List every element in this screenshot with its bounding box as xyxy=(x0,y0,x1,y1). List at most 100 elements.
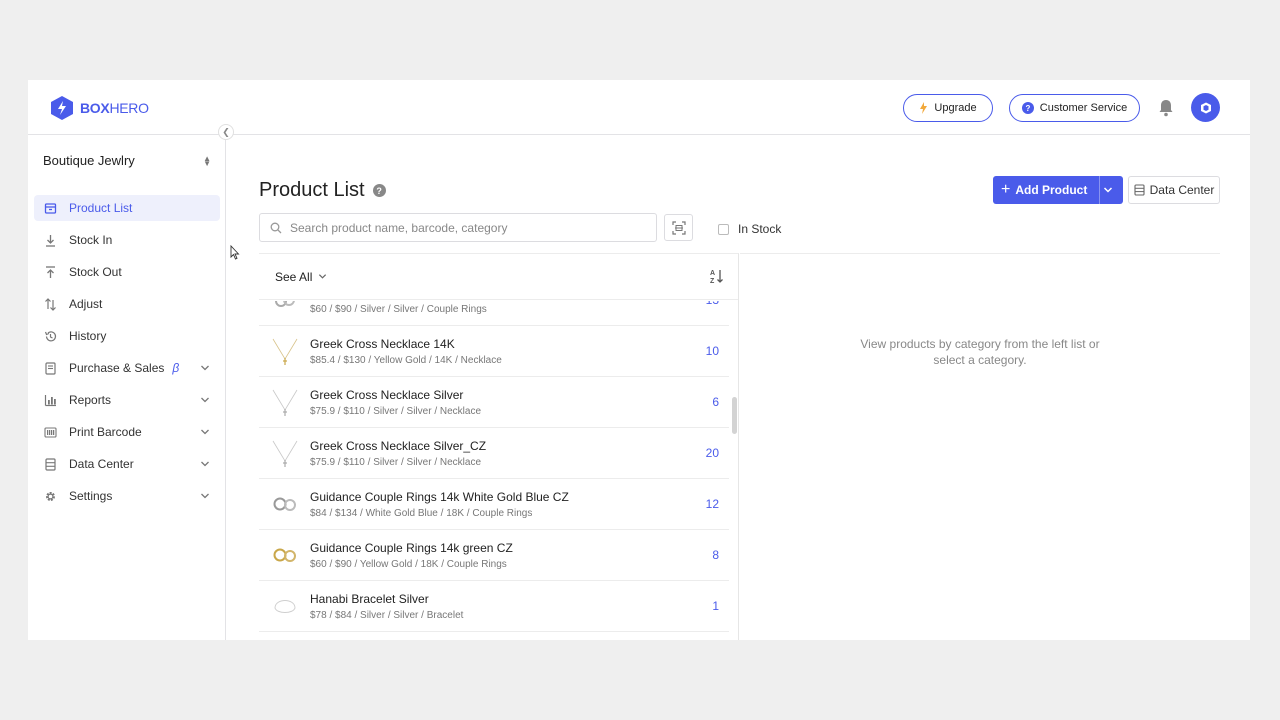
chevron-left-icon: ❮ xyxy=(222,126,230,137)
product-thumbnail xyxy=(272,440,298,467)
product-quantity: 13 xyxy=(706,301,719,307)
svg-text:?: ? xyxy=(1025,104,1030,113)
product-quantity: 8 xyxy=(712,548,719,562)
product-meta: $75.9 / $110 / Silver / Silver / Necklac… xyxy=(310,406,482,417)
sidebar-item-purchase-sales[interactable]: Purchase & Sales β xyxy=(34,355,220,381)
upgrade-label: Upgrade xyxy=(934,102,977,114)
product-meta: $60 / $90 / Silver / Silver / Couple Rin… xyxy=(310,304,487,315)
table-row[interactable]: $60 / $90 / Silver / Silver / Couple Rin… xyxy=(259,301,729,326)
svg-text:Z: Z xyxy=(710,278,715,284)
empty-state-line: select a category. xyxy=(933,353,1027,367)
sidebar-item-adjust[interactable]: Adjust xyxy=(34,291,220,317)
product-meta: $78 / $84 / Silver / Silver / Bracelet xyxy=(310,610,464,621)
category-filter-label: See All xyxy=(275,269,313,284)
sidebar-item-history[interactable]: History xyxy=(34,323,220,349)
in-stock-label: In Stock xyxy=(738,222,782,236)
product-thumbnail xyxy=(272,389,298,416)
history-icon xyxy=(44,330,57,343)
sidebar: Boutique Jewlry ▲ ▼ Product List Stock In… xyxy=(28,136,226,640)
product-meta: $60 / $90 / Yellow Gold / 18K / Couple R… xyxy=(310,559,507,570)
list-scrollbar[interactable] xyxy=(732,397,737,434)
customer-service-button[interactable]: ? Customer Service xyxy=(1009,94,1140,122)
store-selector[interactable]: Boutique Jewlry ▲ ▼ xyxy=(43,153,211,168)
sidebar-item-reports[interactable]: Reports xyxy=(34,387,220,413)
store-name: Boutique Jewlry xyxy=(43,153,135,168)
product-quantity: 20 xyxy=(705,446,719,460)
up-down-arrows-icon: ▲ ▼ xyxy=(203,153,211,168)
sidebar-item-stock-in[interactable]: Stock In xyxy=(34,227,220,253)
category-filter-dropdown[interactable]: See All xyxy=(275,270,327,284)
product-quantity: 12 xyxy=(705,497,719,511)
sidebar-item-label: Print Barcode xyxy=(69,425,142,439)
page-title-text: Product List xyxy=(259,179,365,201)
sidebar-item-print-barcode[interactable]: Print Barcode xyxy=(34,419,220,445)
help-icon[interactable]: ? xyxy=(372,184,386,197)
collapse-sidebar-button[interactable]: ❮ xyxy=(218,124,234,140)
add-product-button[interactable]: + Add Product xyxy=(993,176,1123,204)
upgrade-button[interactable]: Upgrade xyxy=(903,94,993,122)
empty-state-message: View products by category from the left … xyxy=(740,336,1220,368)
customer-service-label: Customer Service xyxy=(1039,102,1128,114)
barcode-scan-button[interactable] xyxy=(664,214,693,241)
chevron-down-icon xyxy=(201,461,209,467)
product-name: Greek Cross Necklace Silver xyxy=(310,388,464,402)
product-detail-panel: View products by category from the left … xyxy=(740,253,1220,640)
page-title: Product List ? xyxy=(259,179,386,202)
plus-icon: + xyxy=(1001,181,1011,198)
brand-name: BOXHERO xyxy=(80,100,149,116)
sidebar-item-data-center[interactable]: Data Center xyxy=(34,451,220,477)
sort-icon[interactable]: A Z xyxy=(710,268,724,284)
search-input[interactable] xyxy=(290,220,630,235)
list-header: See All A Z xyxy=(259,254,738,300)
sidebar-nav: Product List Stock In Stock Out Adjust H… xyxy=(34,195,220,515)
sidebar-item-product-list[interactable]: Product List xyxy=(34,195,220,221)
swap-icon xyxy=(44,297,57,311)
product-thumbnail xyxy=(273,548,296,562)
scan-icon xyxy=(671,220,686,235)
product-name: Greek Cross Necklace Silver_CZ xyxy=(310,439,487,453)
boxhero-logo[interactable]: BOXHERO xyxy=(50,95,149,121)
table-row[interactable]: Greek Cross Necklace Silver $75.9 / $110… xyxy=(259,377,729,428)
sidebar-item-label: Purchase & Sales xyxy=(69,361,165,375)
add-product-label: Add Product xyxy=(1015,183,1088,197)
data-center-label: Data Center xyxy=(1149,183,1215,197)
sidebar-item-label: Product List xyxy=(69,201,133,215)
avatar[interactable] xyxy=(1191,93,1220,122)
chevron-down-icon[interactable] xyxy=(1103,185,1113,195)
sidebar-item-stock-out[interactable]: Stock Out xyxy=(34,259,220,285)
search-box xyxy=(259,213,657,242)
data-center-button[interactable]: Data Center xyxy=(1128,176,1220,204)
product-thumbnail xyxy=(275,301,295,307)
product-meta: $84 / $134 / White Gold Blue / 18K / Cou… xyxy=(310,508,533,519)
bell-icon[interactable] xyxy=(1156,98,1176,118)
product-name: Guidance Couple Rings 14k green CZ xyxy=(310,541,513,555)
product-quantity: 6 xyxy=(712,395,719,409)
app-window: BOXHERO Upgrade ? Customer Service Bouti… xyxy=(28,80,1250,640)
arrow-up-icon xyxy=(44,265,57,279)
product-meta: $75.9 / $110 / Silver / Silver / Necklac… xyxy=(310,457,482,468)
product-name: Hanabi Bracelet Silver xyxy=(310,592,429,606)
table-row[interactable]: Guidance Couple Rings 14k green CZ $60 /… xyxy=(259,530,729,581)
beta-badge: β xyxy=(172,361,180,375)
product-quantity: 1 xyxy=(712,599,719,613)
sidebar-item-label: Reports xyxy=(69,393,112,407)
sidebar-item-label: Settings xyxy=(69,489,113,503)
box-icon xyxy=(44,202,57,215)
user-cube-icon xyxy=(1200,102,1211,113)
bar-chart-icon xyxy=(44,394,57,407)
gear-icon xyxy=(44,490,57,503)
chevron-down-icon xyxy=(201,429,209,435)
in-stock-filter[interactable]: In Stock xyxy=(718,222,781,236)
boxhero-logo-icon xyxy=(51,96,73,120)
sidebar-item-settings[interactable]: Settings xyxy=(34,483,220,509)
product-rows: $60 / $90 / Silver / Silver / Couple Rin… xyxy=(259,301,729,640)
sidebar-item-label: History xyxy=(69,329,107,343)
table-row[interactable]: Greek Cross Necklace 14K $85.4 / $130 / … xyxy=(259,326,729,377)
table-row[interactable]: Greek Cross Necklace Silver_CZ $75.9 / $… xyxy=(259,428,729,479)
table-row[interactable]: Hanabi Bracelet Silver $78 / $84 / Silve… xyxy=(259,581,729,632)
table-row[interactable]: Guidance Couple Rings 14k White Gold Blu… xyxy=(259,479,729,530)
chevron-down-icon xyxy=(201,397,209,403)
sidebar-item-label: Stock Out xyxy=(69,265,122,279)
mouse-cursor-icon xyxy=(230,245,240,260)
in-stock-checkbox[interactable] xyxy=(718,223,729,235)
